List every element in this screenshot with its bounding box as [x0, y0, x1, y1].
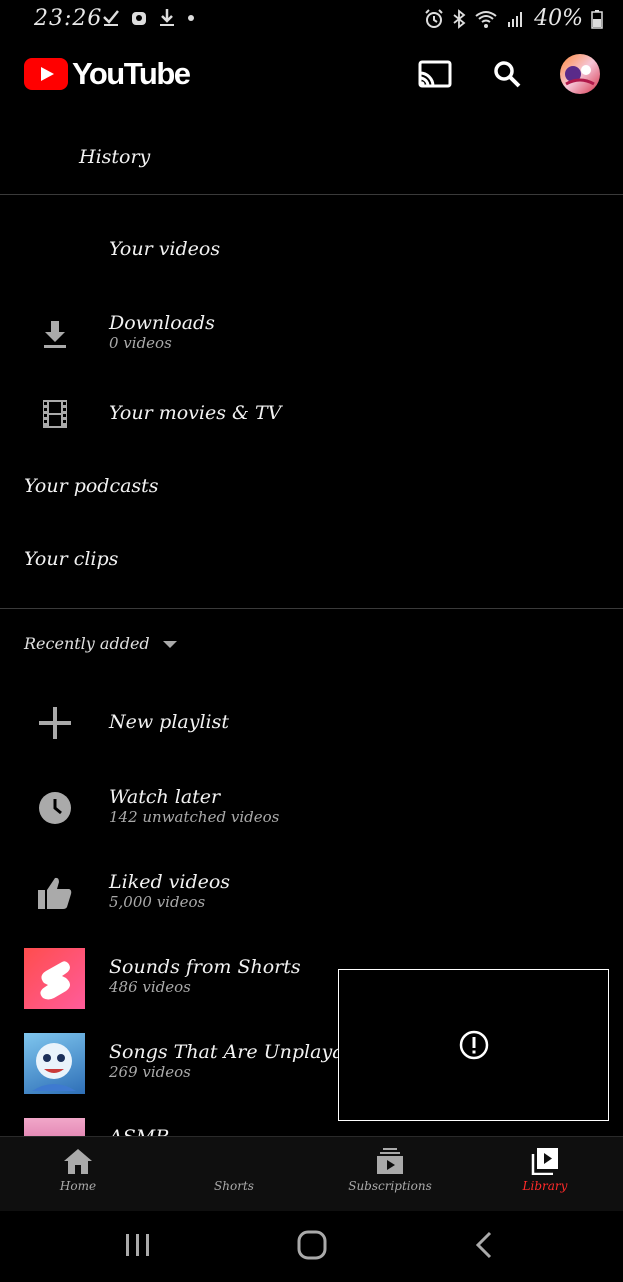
youtube-play-icon: [24, 58, 68, 90]
cartoon-thumbnail-icon: [32, 1043, 76, 1091]
home-icon: [64, 1149, 92, 1174]
thumbs-up-icon: [34, 872, 76, 914]
download-status-icon: [160, 9, 174, 26]
playlist-title: ASMR: [109, 1126, 170, 1136]
battery-percent: 40%: [534, 6, 583, 31]
playlist-item[interactable]: ASMR: [109, 1126, 170, 1136]
nav-shorts-label: Shorts: [214, 1179, 254, 1193]
shorts-icon: [219, 1147, 249, 1175]
history-link[interactable]: History: [79, 146, 150, 168]
playlist-item[interactable]: Songs That Are Unplayable 269 videos: [109, 1041, 373, 1081]
playlist-item[interactable]: Sounds from Shorts 486 videos: [109, 956, 301, 996]
bluetooth-icon: [453, 8, 466, 29]
status-time: 23:26: [34, 6, 103, 31]
library-icon: [531, 1148, 558, 1175]
download-icon: [34, 313, 76, 355]
mini-player[interactable]: [338, 969, 609, 1121]
plus-icon: [34, 702, 76, 744]
back-button[interactable]: [474, 1231, 494, 1263]
liked-videos-title: Liked videos: [109, 871, 231, 893]
nav-subscriptions-label: Subscriptions: [348, 1179, 432, 1193]
divider: [0, 194, 623, 195]
dot-icon: [188, 15, 194, 21]
liked-videos-link[interactable]: Liked videos 5,000 videos: [109, 871, 230, 911]
battery-icon: [591, 9, 603, 29]
watch-later-count: 142 unwatched videos: [109, 808, 280, 826]
downloads-count: 0 videos: [109, 334, 172, 352]
nav-subscriptions[interactable]: Subscriptions: [330, 1147, 450, 1193]
status-bar: 23:26 40%: [0, 0, 623, 40]
nav-home-label: Home: [59, 1179, 97, 1193]
bottom-nav: Home Shorts Subscriptions Library: [0, 1136, 623, 1211]
caret-down-icon: [162, 640, 177, 648]
nav-shorts[interactable]: Shorts: [174, 1147, 294, 1193]
clips-link[interactable]: Your clips: [24, 548, 118, 570]
notification-icon: [132, 12, 146, 25]
home-system-button[interactable]: [297, 1230, 327, 1264]
watch-later-title: Watch later: [109, 786, 221, 808]
podcasts-link[interactable]: Your podcasts: [24, 475, 159, 497]
check-icon: [103, 10, 119, 26]
playlist-count: 486 videos: [109, 978, 191, 996]
search-icon: [494, 61, 521, 88]
movies-tv-link[interactable]: Your movies & TV: [109, 402, 281, 424]
playlist-thumbnail[interactable]: [24, 1033, 85, 1094]
nav-home[interactable]: Home: [18, 1147, 138, 1193]
sort-label: Recently added: [24, 634, 150, 653]
film-icon: [34, 393, 76, 435]
downloads-title: Downloads: [109, 312, 215, 334]
system-nav-bar: [0, 1211, 623, 1282]
shorts-logo-icon: [40, 961, 70, 1000]
liked-videos-count: 5,000 videos: [109, 893, 206, 911]
clock-icon: [34, 787, 76, 829]
cast-icon: [418, 60, 452, 88]
youtube-logo[interactable]: YouTube: [24, 56, 191, 92]
playlist-count: 269 videos: [109, 1063, 191, 1081]
recent-apps-icon: [126, 1234, 149, 1256]
subscriptions-icon: [377, 1148, 403, 1174]
playlist-thumbnail[interactable]: [24, 1118, 85, 1136]
downloads-link[interactable]: Downloads 0 videos: [109, 312, 215, 352]
recent-apps-button[interactable]: [124, 1233, 152, 1261]
nav-library-label: Library: [522, 1179, 568, 1193]
sort-dropdown[interactable]: Recently added: [24, 634, 178, 653]
playlist-title: Sounds from Shorts: [109, 956, 301, 978]
your-videos-link[interactable]: Your videos: [109, 238, 220, 260]
error-icon: [459, 1030, 488, 1060]
avatar[interactable]: [560, 54, 600, 94]
home-circle-icon: [297, 1230, 327, 1260]
watch-later-link[interactable]: Watch later 142 unwatched videos: [109, 786, 279, 826]
new-playlist-button[interactable]: New playlist: [109, 711, 229, 733]
divider: [0, 608, 623, 609]
playlist-thumbnail[interactable]: [24, 948, 85, 1009]
cast-button[interactable]: [415, 54, 455, 94]
wifi-icon: [475, 10, 497, 28]
back-icon: [475, 1231, 492, 1259]
logo-text: YouTube: [72, 56, 191, 91]
nav-library[interactable]: Library: [485, 1147, 605, 1193]
signal-icon: [508, 11, 523, 27]
alarm-icon: [425, 8, 443, 28]
search-button[interactable]: [487, 54, 527, 94]
playlist-title: Songs That Are Unplayable: [109, 1041, 374, 1063]
